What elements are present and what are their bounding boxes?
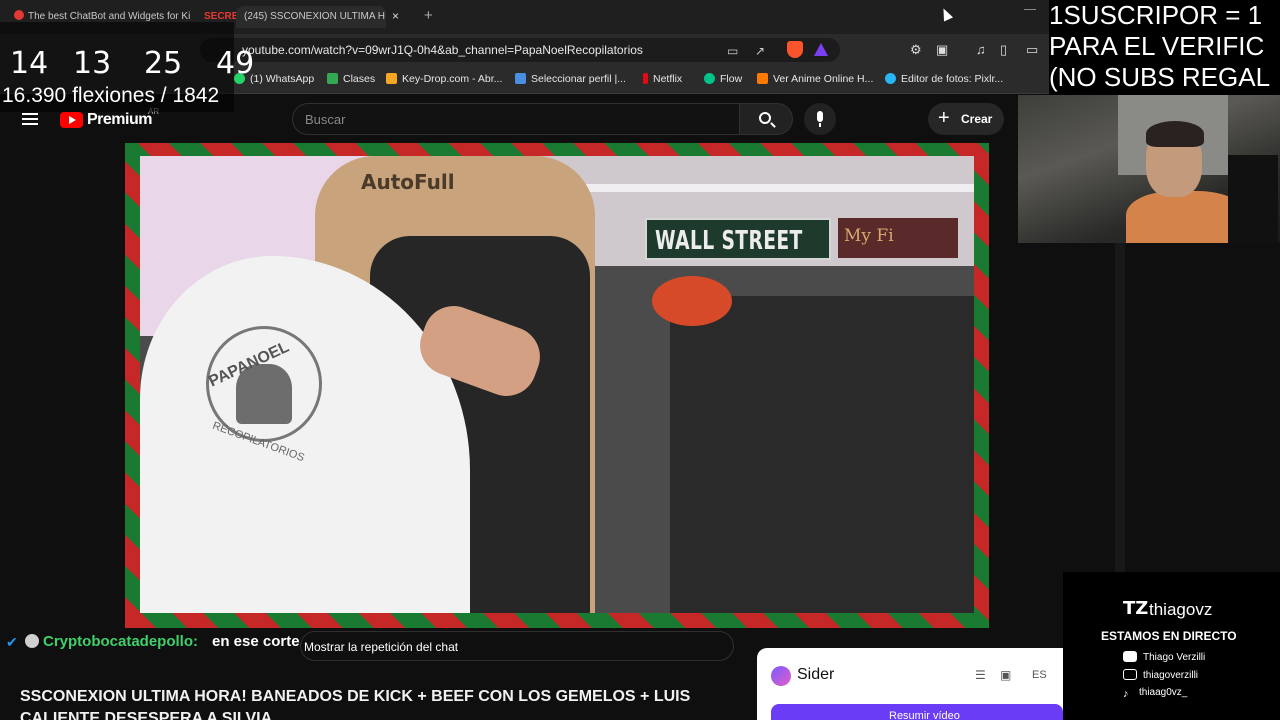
url-text: youtube.com/watch?v=09wrJ1Q-0h4&ab_chann…: [242, 43, 643, 57]
counter-3: 25: [144, 46, 183, 81]
counter-2: 13: [73, 46, 112, 81]
summarize-video-button[interactable]: Resumir vídeo: [771, 704, 1063, 720]
show-chat-replay-button[interactable]: Mostrar la repetición del chat: [300, 631, 734, 661]
chat-replay-label: Mostrar la repetición del chat: [304, 640, 459, 654]
tiktok-icon: ♪: [1123, 688, 1129, 700]
profile-icon: [515, 73, 526, 84]
social-youtube: Thiago Verzilli: [1123, 651, 1205, 663]
bookmark-clases[interactable]: Clases: [327, 73, 375, 85]
youtube-favicon-icon: [14, 10, 24, 20]
netflix-icon: [643, 73, 648, 84]
streamer-webcam: [1018, 95, 1280, 243]
search-icon: [759, 112, 771, 124]
classroom-icon: [327, 73, 338, 84]
create-button[interactable]: + Crear: [928, 103, 1004, 135]
video-sign-text: WALL STREET: [655, 226, 803, 256]
window-minimize-icon[interactable]: [1024, 9, 1036, 10]
chat-message: en ese corte: [212, 633, 300, 650]
extensions-icon[interactable]: ⚙: [910, 42, 922, 58]
share-icon[interactable]: ↗: [755, 44, 765, 58]
video-sign-2-text: My Fi: [844, 226, 894, 246]
bookmark-netflix[interactable]: Netflix: [643, 73, 682, 85]
pushup-counter-overlay: 14 13 25 49 16.390 flexiones / 1842: [0, 22, 254, 112]
streamer-logo: TZ: [1123, 598, 1149, 619]
music-icon[interactable]: ♫: [976, 42, 986, 57]
chat-badge-icon: [25, 634, 39, 648]
subscription-promo-overlay: 1SUSCRIPOR = 1 PARA EL VERIFIC (NO SUBS …: [1049, 0, 1280, 96]
search-placeholder: Buscar: [305, 112, 346, 127]
search-button[interactable]: [739, 103, 793, 135]
counter-1: 14: [10, 46, 49, 81]
brave-shield-icon[interactable]: [787, 41, 803, 58]
sider-language[interactable]: ES: [1032, 669, 1047, 681]
screenshot-icon[interactable]: ▣: [936, 42, 948, 58]
flow-icon: [704, 73, 715, 84]
list-icon[interactable]: ☰: [975, 668, 986, 682]
webcam-person-hair: [1146, 121, 1204, 147]
create-label: Crear: [961, 112, 993, 126]
wallet-icon[interactable]: ▭: [1026, 42, 1038, 58]
tab-youtube-active[interactable]: (245) SSCONEXION ULTIMA H: [236, 6, 386, 28]
url-field[interactable]: youtube.com/watch?v=09wrJ1Q-0h4&ab_chann…: [200, 38, 840, 62]
bookmark-perfil[interactable]: Seleccionar perfil |...: [515, 73, 626, 85]
chat-username: Cryptobocatadepollo:: [43, 633, 199, 650]
voice-search-button[interactable]: [804, 103, 836, 135]
streamer-handle: thiagovz: [1149, 600, 1213, 619]
cast-icon[interactable]: ▭: [727, 44, 738, 58]
social-instagram: thiagoverzilli: [1123, 669, 1198, 681]
stream-chat-overlay: ✔ Cryptobocatadepollo: en ese corte Most…: [0, 628, 734, 661]
sider-logo-icon: [771, 666, 791, 686]
video-player[interactable]: WALL STREET My Fi AutoFull PAPANOEL RECO…: [125, 143, 989, 628]
sider-panel: Sider ☰ ▣ ES Resumir vídeo: [757, 648, 1063, 720]
bookmark-pixlr[interactable]: Editor de fotos: Pixlr...: [885, 73, 1003, 85]
search-input[interactable]: Buscar: [292, 103, 740, 135]
mouse-cursor-icon: [938, 6, 954, 22]
youtube-brand[interactable]: Premium: [87, 111, 152, 129]
webcam-microphone: [1228, 155, 1278, 243]
captions-icon[interactable]: ▣: [1000, 668, 1011, 682]
live-status: ESTAMOS EN DIRECTO: [1101, 629, 1237, 643]
video-sign: WALL STREET: [645, 218, 831, 260]
video-title: SSCONEXION ULTIMA HORA! BANEADOS DE KICK…: [20, 688, 691, 720]
anime-icon: [757, 73, 768, 84]
video-sign-2: My Fi: [838, 218, 958, 258]
keydrop-icon: [386, 73, 397, 84]
sider-name: Sider: [797, 666, 835, 683]
promo-line-1: 1SUSCRIPOR = 1: [1049, 0, 1263, 30]
youtube-logo-icon[interactable]: [60, 112, 83, 128]
bookmark-keydrop[interactable]: Key-Drop.com - Abr...: [386, 73, 502, 85]
pixlr-icon: [885, 73, 896, 84]
counter-4: 49: [216, 46, 255, 81]
promo-line-3: (NO SUBS REGAL: [1049, 62, 1271, 92]
video-frame[interactable]: WALL STREET My Fi AutoFull PAPANOEL RECO…: [140, 156, 974, 613]
instagram-icon: [1123, 669, 1137, 680]
summarize-label: Resumir vídeo: [889, 710, 960, 720]
sidebar-toggle-icon[interactable]: ▯: [1000, 42, 1007, 58]
plus-icon: +: [938, 107, 950, 129]
youtube-icon: [1123, 651, 1137, 662]
social-links-overlay: TZ thiagovz ESTAMOS EN DIRECTO Thiago Ve…: [1063, 572, 1280, 720]
video-orange-object: [652, 276, 732, 326]
overlay-divider: [1115, 243, 1125, 573]
verified-icon: ✔: [6, 634, 18, 650]
bookmark-flow[interactable]: Flow: [704, 73, 742, 85]
promo-line-2: PARA EL VERIFIC: [1049, 31, 1265, 61]
video-chair-brand: AutoFull: [361, 170, 455, 194]
tab-close-icon[interactable]: ×: [392, 9, 399, 23]
bookmark-anime[interactable]: Ver Anime Online H...: [757, 73, 873, 85]
menu-icon[interactable]: [22, 113, 38, 125]
flexiones-counter: 16.390 flexiones / 1842: [2, 84, 220, 107]
video-dark-object: [670, 296, 974, 613]
brave-rewards-icon[interactable]: [814, 43, 828, 56]
new-tab-icon[interactable]: +: [424, 7, 433, 24]
social-tiktok: ♪ thiaag0vz_: [1123, 687, 1188, 700]
